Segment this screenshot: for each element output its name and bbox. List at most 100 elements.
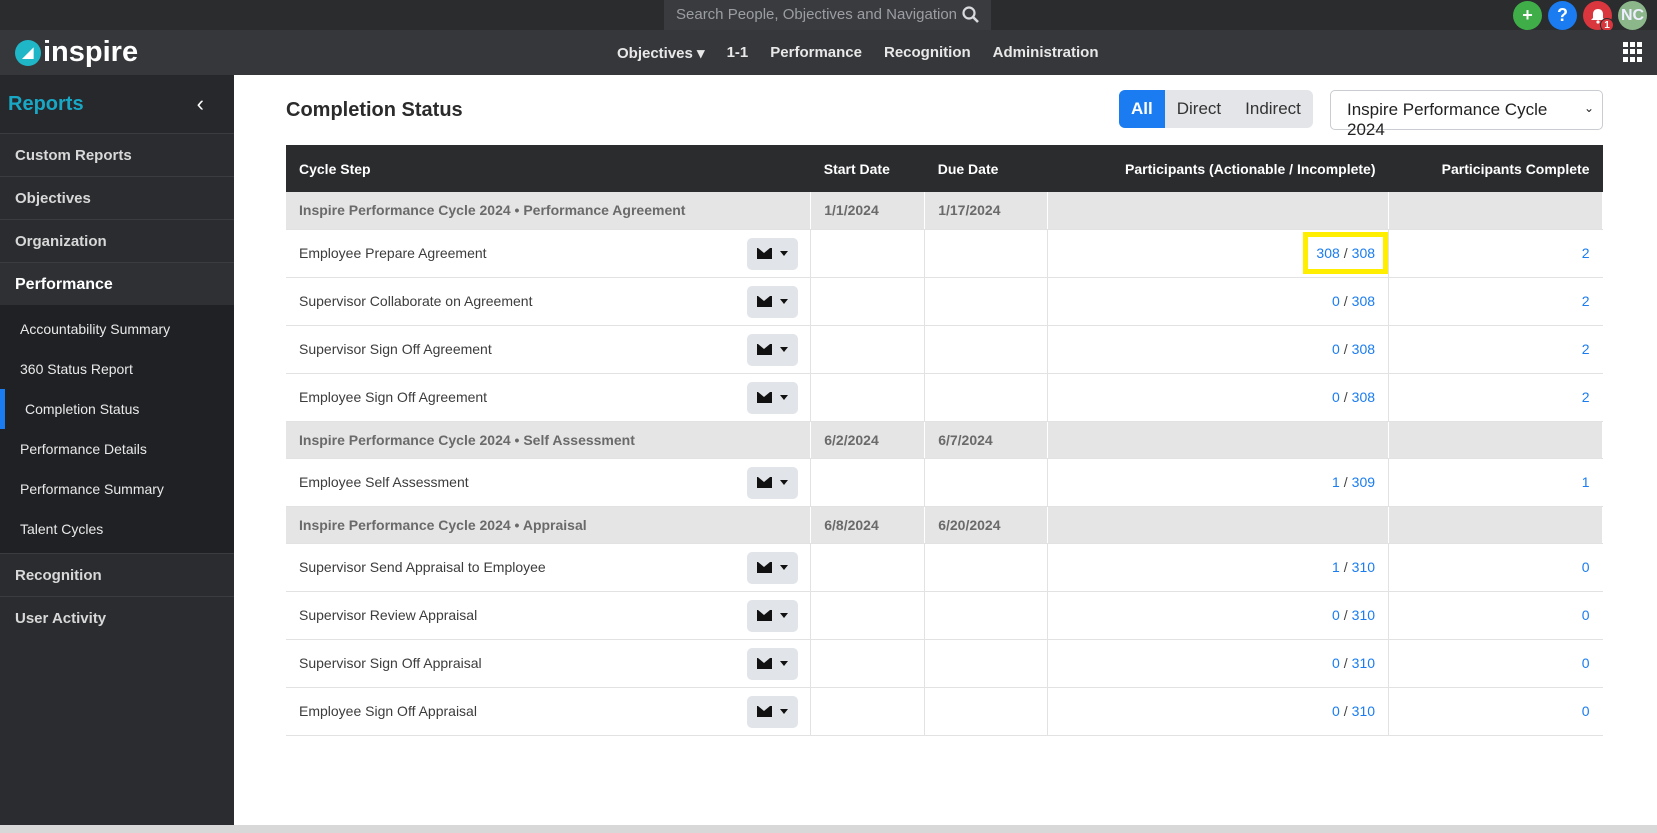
email-dropdown-button[interactable] <box>747 381 799 414</box>
search-placeholder: Search People, Objectives and Navigation <box>676 6 958 23</box>
highlighted-participants: 308/308 <box>1303 232 1388 274</box>
email-dropdown-button[interactable] <box>747 599 799 632</box>
actionable-link[interactable]: 1 <box>1332 559 1340 575</box>
group-row: Inspire Performance Cycle 2024 • Perform… <box>286 192 1603 230</box>
actionable-link[interactable]: 0 <box>1332 607 1340 623</box>
brand-logo[interactable]: ◢ inspire <box>15 36 138 69</box>
group-row: Inspire Performance Cycle 2024 • Apprais… <box>286 506 1603 544</box>
complete-link[interactable]: 2 <box>1582 293 1590 309</box>
group-due-date: 6/7/2024 <box>924 421 1049 459</box>
email-dropdown-button[interactable] <box>747 333 799 366</box>
sidebar-item-custom-reports[interactable]: Custom Reports <box>0 133 234 176</box>
search-input[interactable]: Search People, Objectives and Navigation <box>664 0 991 30</box>
email-dropdown-button[interactable] <box>747 285 799 318</box>
complete-link[interactable]: 2 <box>1582 245 1590 261</box>
scope-filter: All Direct Indirect <box>1119 90 1313 128</box>
page-title: Completion Status <box>286 99 463 121</box>
cycle-select[interactable]: Inspire Performance Cycle 2024 ⌄ <box>1330 90 1603 139</box>
table-row: Employee Prepare Agreement 308/308 2 <box>286 229 1603 278</box>
header-cycle-step[interactable]: Cycle Step <box>286 145 811 192</box>
complete-link[interactable]: 0 <box>1582 607 1590 623</box>
caret-down-icon <box>780 613 789 618</box>
sidebar-item-performance[interactable]: Performance <box>0 262 234 305</box>
email-dropdown-button[interactable] <box>747 466 799 499</box>
main-navbar: ◢ inspire Objectives ▾ 1-1 Performance R… <box>0 30 1657 75</box>
incomplete-link[interactable]: 310 <box>1352 655 1375 671</box>
filter-direct-button[interactable]: Direct <box>1165 90 1233 128</box>
sidebar-item-organization[interactable]: Organization <box>0 219 234 262</box>
header-due-date[interactable]: Due Date <box>924 145 1048 192</box>
nav-objectives[interactable]: Objectives ▾ <box>617 44 705 62</box>
nav-recognition[interactable]: Recognition <box>884 44 971 62</box>
top-bar: Search People, Objectives and Navigation… <box>0 0 1657 32</box>
sidebar-item-user-activity[interactable]: User Activity <box>0 596 234 639</box>
envelope-icon <box>757 562 773 573</box>
logo-icon: ◢ <box>15 39 41 66</box>
incomplete-link[interactable]: 310 <box>1352 703 1375 719</box>
actionable-link[interactable]: 0 <box>1332 293 1340 309</box>
sidebar-item-objectives[interactable]: Objectives <box>0 176 234 219</box>
email-dropdown-button[interactable] <box>747 551 799 584</box>
completion-status-table: Cycle Step Start Date Due Date Participa… <box>286 145 1603 736</box>
table-row: Employee Sign Off Agreement 0/308 2 <box>286 373 1603 422</box>
group-name: Inspire Performance Cycle 2024 • Perform… <box>286 192 812 230</box>
incomplete-link[interactable]: 308 <box>1352 293 1375 309</box>
apps-grid-icon[interactable] <box>1623 42 1643 62</box>
actionable-link[interactable]: 308 <box>1316 245 1339 261</box>
sidebar-subitem-completion-status[interactable]: Completion Status <box>0 389 234 429</box>
incomplete-link[interactable]: 308 <box>1352 245 1375 261</box>
complete-link[interactable]: 2 <box>1582 389 1590 405</box>
actionable-link[interactable]: 0 <box>1332 655 1340 671</box>
complete-link[interactable]: 2 <box>1582 341 1590 357</box>
group-start-date: 1/1/2024 <box>810 192 926 230</box>
email-dropdown-button[interactable] <box>747 647 799 680</box>
sidebar-item-recognition[interactable]: Recognition <box>0 553 234 596</box>
table-row: Supervisor Send Appraisal to Employee 1/… <box>286 543 1603 592</box>
sidebar-subitem-performance-details[interactable]: Performance Details <box>0 429 234 469</box>
caret-down-icon <box>780 395 789 400</box>
table-row: Employee Self Assessment 1/309 1 <box>286 458 1603 507</box>
actionable-link[interactable]: 0 <box>1332 389 1340 405</box>
nav-administration[interactable]: Administration <box>993 44 1099 62</box>
caret-down-icon <box>780 709 789 714</box>
sidebar-subitem-talent-cycles[interactable]: Talent Cycles <box>0 509 234 549</box>
filter-indirect-button[interactable]: Indirect <box>1233 90 1313 128</box>
incomplete-link[interactable]: 309 <box>1352 474 1375 490</box>
nav-performance[interactable]: Performance <box>770 44 862 62</box>
incomplete-link[interactable]: 308 <box>1352 389 1375 405</box>
email-dropdown-button[interactable] <box>747 237 799 270</box>
chevron-left-icon[interactable]: ‹ <box>197 91 204 117</box>
actionable-link[interactable]: 0 <box>1332 703 1340 719</box>
chevron-down-icon: ⌄ <box>1583 101 1594 115</box>
incomplete-link[interactable]: 310 <box>1352 607 1375 623</box>
envelope-icon <box>757 658 773 669</box>
caret-down-icon <box>780 480 789 485</box>
incomplete-link[interactable]: 308 <box>1352 341 1375 357</box>
bell-icon[interactable]: 1 <box>1583 1 1614 32</box>
table-row: Supervisor Sign Off Agreement 0/308 2 <box>286 325 1603 374</box>
header-participants-complete[interactable]: Participants Complete <box>1388 145 1603 192</box>
sidebar-title: Reports <box>8 93 84 115</box>
caret-down-icon <box>780 251 789 256</box>
complete-link[interactable]: 0 <box>1582 703 1590 719</box>
sidebar-subitem-performance-summary[interactable]: Performance Summary <box>0 469 234 509</box>
sidebar-subitem-360-status-report[interactable]: 360 Status Report <box>0 349 234 389</box>
header-participants-actionable[interactable]: Participants (Actionable / Incomplete) <box>1047 145 1389 192</box>
help-icon[interactable]: ? <box>1548 1 1577 30</box>
nav-one-on-one[interactable]: 1-1 <box>727 44 749 62</box>
add-icon[interactable]: + <box>1513 1 1542 30</box>
email-dropdown-button[interactable] <box>747 695 799 728</box>
avatar[interactable]: NC <box>1618 1 1647 30</box>
group-due-date: 6/20/2024 <box>924 506 1049 544</box>
complete-link[interactable]: 0 <box>1582 655 1590 671</box>
search-icon[interactable] <box>962 6 979 27</box>
complete-link[interactable]: 0 <box>1582 559 1590 575</box>
actionable-link[interactable]: 0 <box>1332 341 1340 357</box>
header-start-date[interactable]: Start Date <box>810 145 925 192</box>
actionable-link[interactable]: 1 <box>1332 474 1340 490</box>
performance-submenu: Accountability Summary 360 Status Report… <box>0 305 234 553</box>
filter-all-button[interactable]: All <box>1119 90 1165 128</box>
complete-link[interactable]: 1 <box>1582 474 1590 490</box>
incomplete-link[interactable]: 310 <box>1352 559 1375 575</box>
sidebar-subitem-accountability-summary[interactable]: Accountability Summary <box>0 309 234 349</box>
